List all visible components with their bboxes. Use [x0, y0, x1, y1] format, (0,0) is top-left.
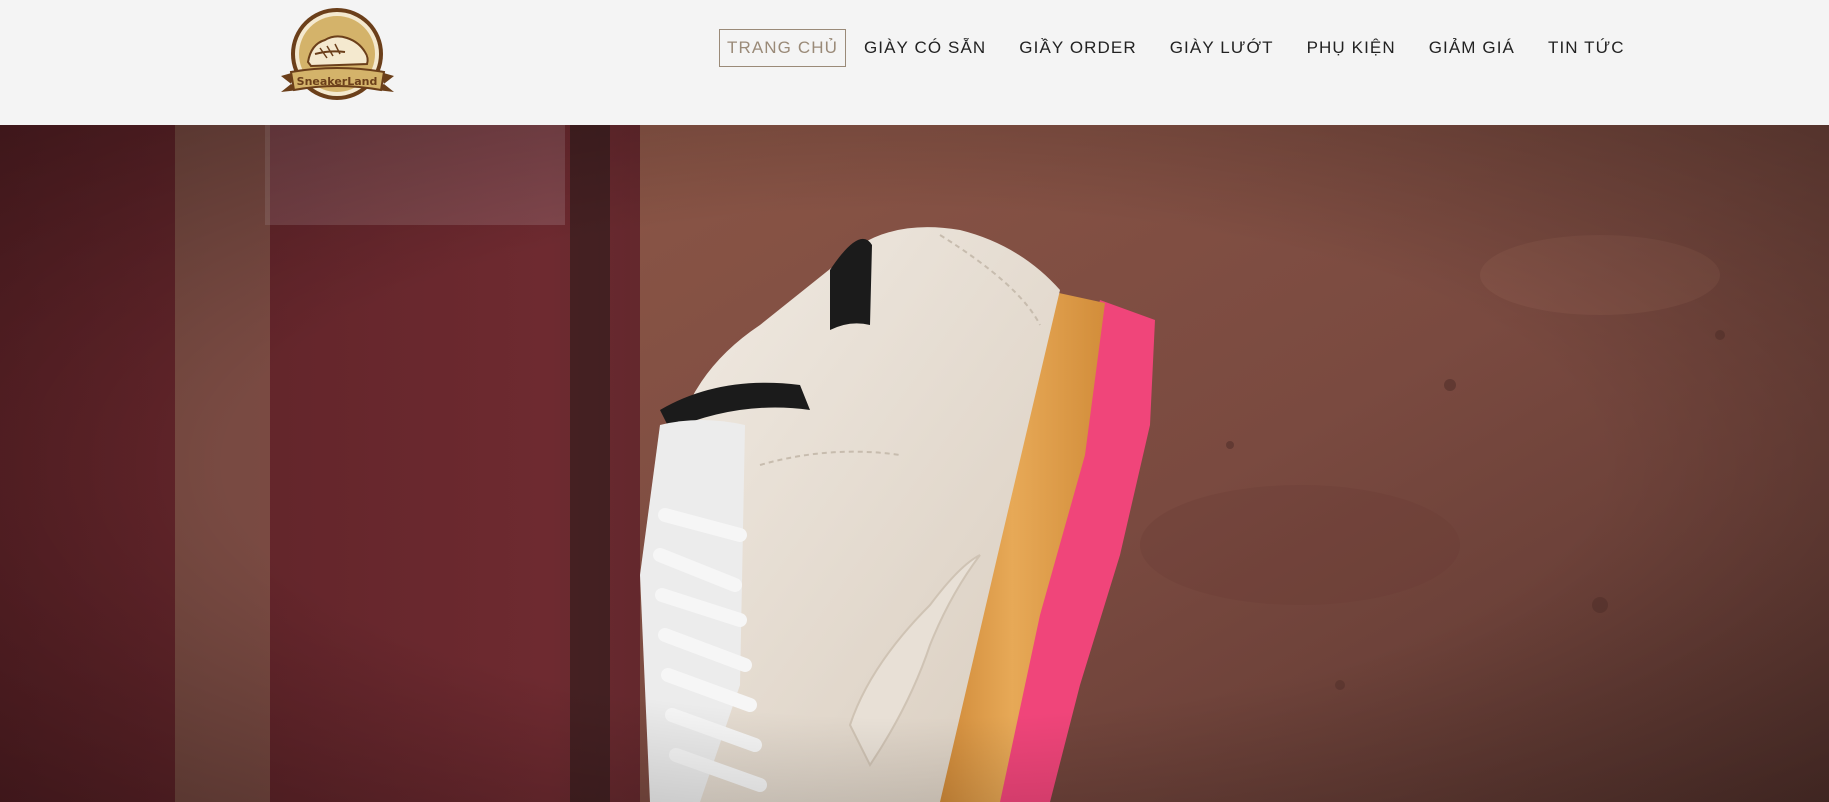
site-header: SneakerLand TRANG CHỦ GIÀY CÓ SẴN GIẦY ORD… — [0, 0, 1829, 125]
nav-item-3[interactable]: GIÀY LƯỚT — [1162, 29, 1282, 67]
nav-item-0[interactable]: TRANG CHỦ — [719, 29, 846, 67]
nav-item-4[interactable]: PHỤ KIỆN — [1299, 29, 1404, 67]
brand-logo[interactable]: SneakerLand — [275, 4, 400, 109]
nav-item-2[interactable]: GIẦY ORDER — [1011, 29, 1144, 67]
main-nav: TRANG CHỦ GIÀY CÓ SẴN GIẦY ORDER GIÀY LƯỚT P… — [719, 29, 1650, 67]
nav-item-1[interactable]: GIÀY CÓ SẴN — [856, 29, 994, 67]
hero-image — [0, 125, 1829, 802]
nav-item-5[interactable]: GIẢM GIÁ — [1421, 29, 1523, 67]
nav-item-6[interactable]: TIN TỨC — [1540, 29, 1633, 67]
logo-text: SneakerLand — [297, 75, 378, 88]
hero-banner — [0, 125, 1829, 802]
